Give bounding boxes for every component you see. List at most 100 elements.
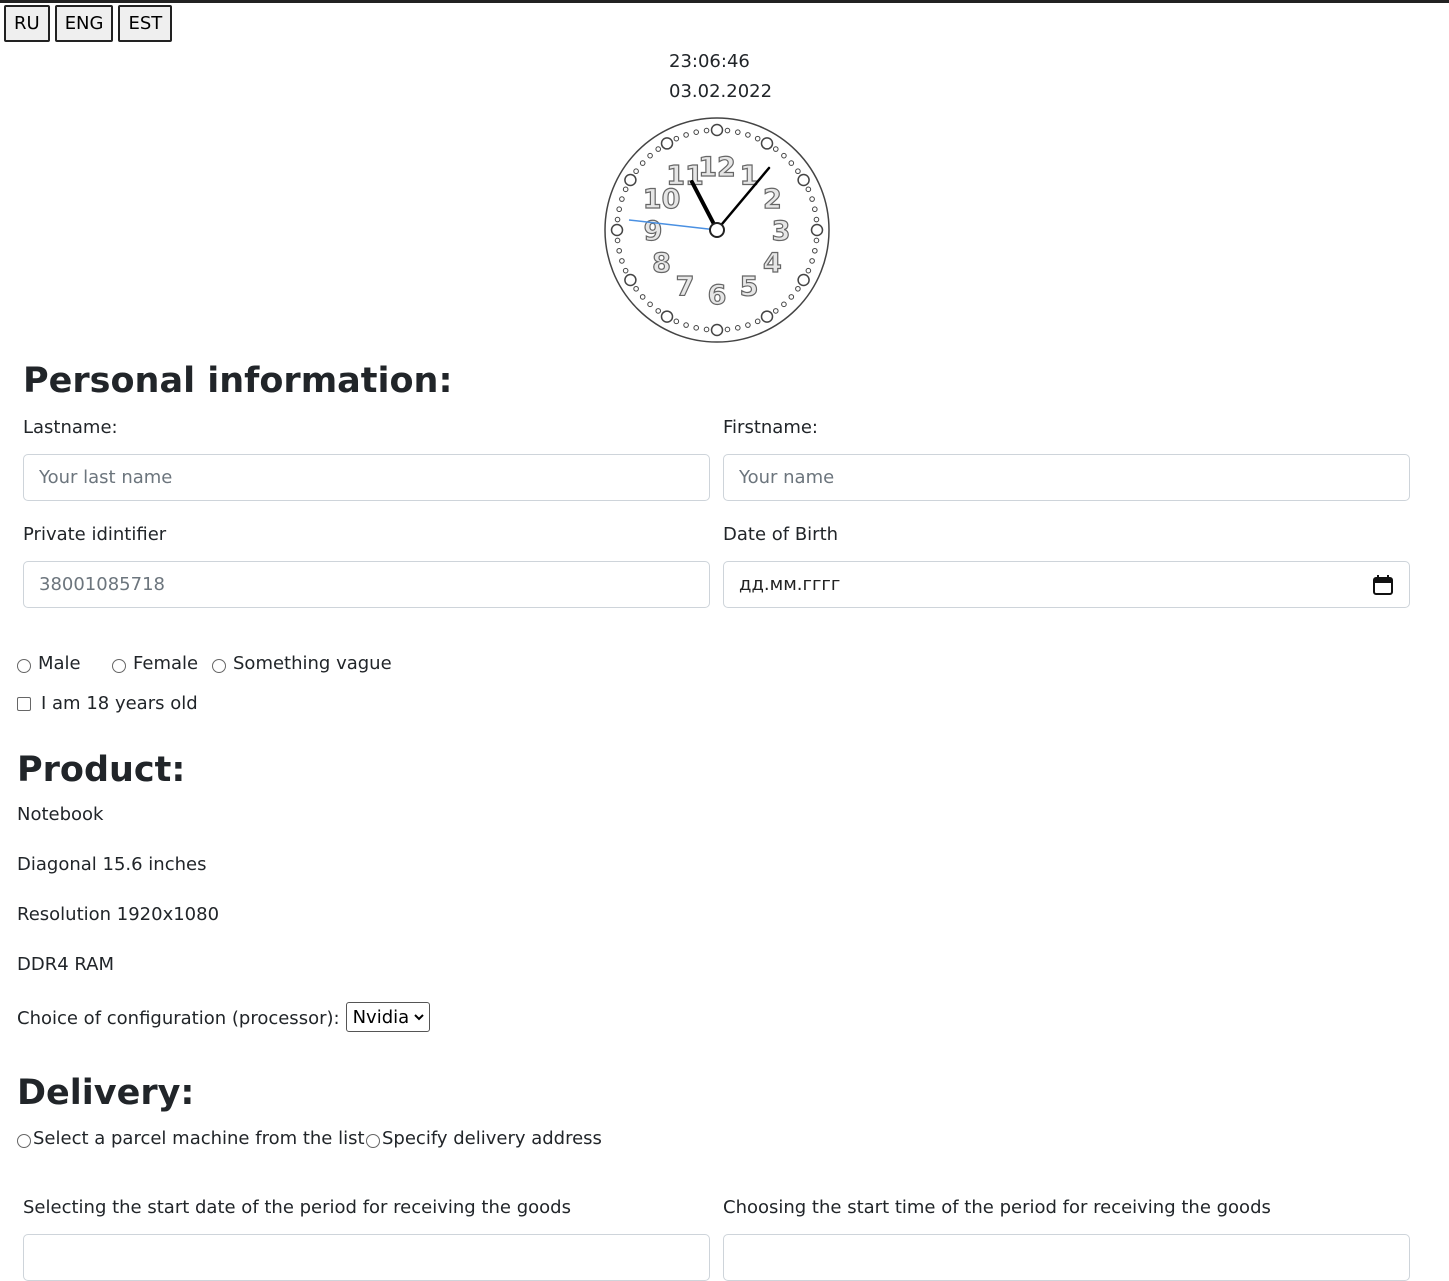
minute-marker (619, 196, 625, 202)
minute-marker (795, 168, 801, 175)
config-row: Choice of configuration (processor): Nvi… (17, 1002, 431, 1033)
firstname-label: Firstname: (723, 417, 818, 438)
lastname-input[interactable] (23, 454, 710, 501)
language-switcher: RU ENG EST (4, 5, 173, 42)
minute-marker (655, 308, 662, 314)
minute-marker (616, 247, 622, 254)
lastname-label: Lastname: (23, 417, 118, 438)
minute-marker (805, 267, 812, 274)
age-checkbox[interactable] (17, 696, 31, 711)
gender-option-vague[interactable]: Something vague (212, 653, 392, 674)
current-time: 23:06:46 (669, 51, 750, 72)
hour-marker (710, 323, 724, 337)
dob-input[interactable]: дд.мм.гггг (723, 561, 1410, 608)
minute-marker (805, 186, 812, 193)
clock-number: 2 (763, 184, 782, 215)
minute-marker (703, 127, 710, 134)
radio-vague[interactable] (212, 658, 226, 673)
hour-marker (624, 173, 637, 187)
minute-marker (809, 196, 815, 202)
product-line: Notebook (17, 804, 104, 825)
firstname-input[interactable] (723, 454, 1410, 501)
minute-marker (622, 267, 629, 274)
gender-label-vague: Something vague (233, 653, 392, 674)
clock-center (709, 222, 725, 238)
product-line: Diagonal 15.6 inches (17, 854, 207, 875)
minute-marker (745, 132, 751, 138)
minute-marker (693, 129, 700, 135)
clock-number: 7 (676, 271, 695, 302)
minute-marker (781, 152, 787, 159)
minute-marker (633, 285, 639, 292)
delivery-title: Delivery: (17, 1073, 195, 1113)
minute-marker (683, 132, 689, 138)
age-checkbox-label: I am 18 years old (41, 693, 198, 714)
minute-marker (647, 152, 653, 159)
minute-marker (655, 146, 662, 152)
clock-number: 5 (740, 271, 759, 302)
minute-marker (633, 168, 639, 175)
radio-female[interactable] (112, 658, 126, 673)
config-select[interactable]: Nvidia (345, 1002, 431, 1032)
gender-option-female[interactable]: Female (112, 653, 198, 674)
delivery-label-address: Specify delivery address (382, 1128, 602, 1149)
minute-marker (788, 160, 795, 166)
minute-marker (683, 322, 689, 328)
minute-marker (616, 206, 622, 213)
gender-option-male[interactable]: Male (17, 653, 81, 674)
private-id-input[interactable] (23, 561, 710, 608)
hour-marker (624, 273, 637, 287)
hour-marker (797, 173, 810, 187)
hour-marker (760, 310, 774, 323)
clock-number: 8 (652, 248, 671, 279)
dob-label: Date of Birth (723, 524, 839, 545)
start-time-label: Choosing the start time of the period fo… (723, 1197, 1271, 1218)
radio-delivery-address[interactable] (366, 1133, 380, 1148)
delivery-label-parcel: Select a parcel machine from the list (33, 1128, 365, 1149)
minute-marker (734, 325, 741, 331)
age-checkbox-row[interactable]: I am 18 years old (17, 693, 198, 714)
dob-placeholder: дд.мм.гггг (739, 574, 841, 595)
lang-ru-button[interactable]: RU (4, 5, 50, 42)
personal-info-title: Personal information: (23, 361, 453, 401)
minute-marker (812, 247, 818, 254)
delivery-option-parcel[interactable]: Select a parcel machine from the list (17, 1128, 365, 1149)
config-selected-value: Nvidia (352, 1006, 410, 1028)
minute-marker (693, 325, 700, 331)
delivery-option-address[interactable]: Specify delivery address (366, 1128, 602, 1149)
hour-marker (760, 137, 774, 150)
start-date-label: Selecting the start date of the period f… (23, 1197, 571, 1218)
minute-marker (813, 216, 820, 223)
start-date-select[interactable] (23, 1234, 710, 1281)
clock-number: 3 (772, 216, 791, 247)
clock-number: 9 (644, 216, 663, 247)
minute-marker (724, 326, 731, 333)
minute-marker (754, 135, 761, 142)
minute-marker (788, 294, 795, 300)
gender-label-male: Male (38, 653, 81, 674)
hour-marker (710, 123, 724, 137)
minute-marker (772, 146, 779, 152)
current-date: 03.02.2022 (669, 81, 773, 102)
radio-male[interactable] (17, 658, 31, 673)
minute-marker (795, 285, 801, 292)
private-id-label: Private idintifier (23, 524, 167, 545)
config-label: Choice of configuration (processor): (17, 1007, 340, 1029)
chevron-down-icon (414, 1014, 424, 1021)
start-time-select[interactable] (723, 1234, 1410, 1281)
analog-clock: 123456789101112 (604, 117, 830, 343)
hour-marker (810, 223, 824, 237)
clock-number: 4 (763, 248, 782, 279)
lang-eng-button[interactable]: ENG (54, 5, 114, 42)
product-line: DDR4 RAM (17, 954, 115, 975)
minute-marker (647, 301, 653, 308)
minute-marker (639, 294, 646, 300)
minute-marker (772, 308, 779, 314)
calendar-icon[interactable] (1372, 574, 1394, 596)
gender-label-female: Female (133, 653, 199, 674)
minute-marker (813, 237, 820, 244)
minute-marker (781, 301, 787, 308)
lang-est-button[interactable]: EST (118, 5, 173, 42)
clock-number: 1 (740, 161, 759, 192)
radio-parcel-machine[interactable] (17, 1133, 31, 1148)
